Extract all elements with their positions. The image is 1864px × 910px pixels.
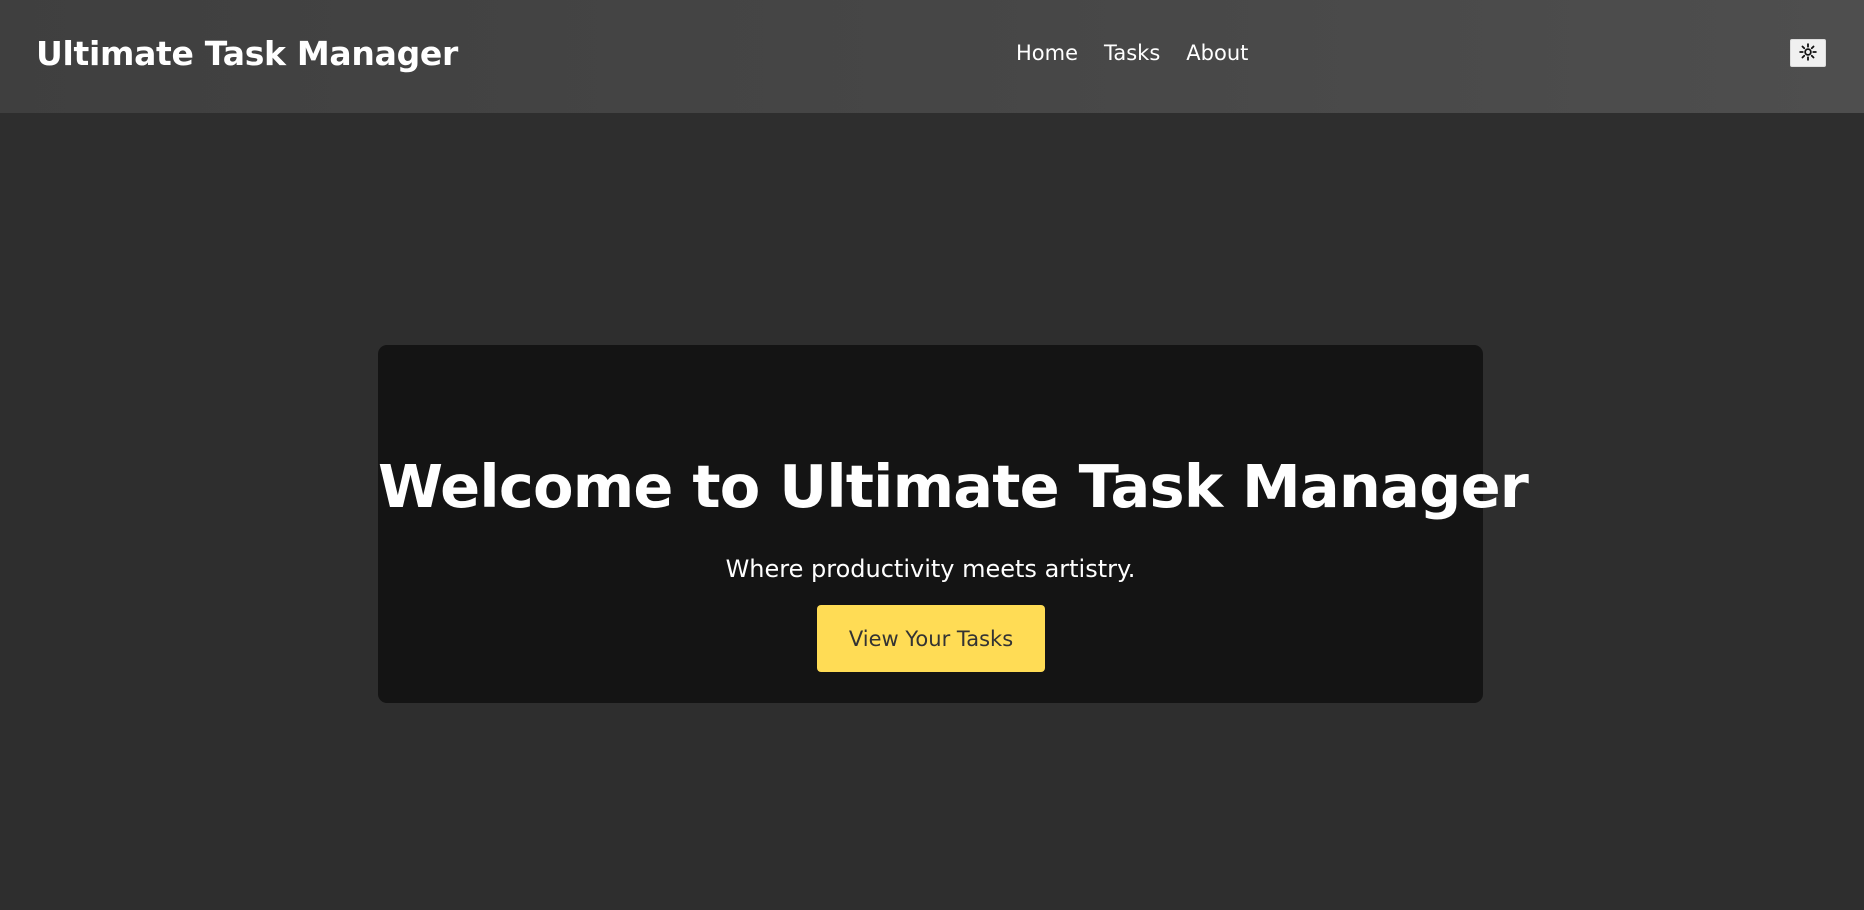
theme-toggle-button[interactable] — [1790, 39, 1826, 67]
hero-title: Welcome to Ultimate Task Manager — [378, 452, 1529, 521]
main-nav: Home Tasks About — [1016, 41, 1248, 65]
nav-link-tasks[interactable]: Tasks — [1104, 41, 1160, 65]
hero-card: Welcome to Ultimate Task Manager Where p… — [378, 345, 1529, 703]
view-tasks-button[interactable]: View Your Tasks — [817, 605, 1045, 672]
brand-title[interactable]: Ultimate Task Manager — [36, 34, 458, 73]
nav-link-home[interactable]: Home — [1016, 41, 1078, 65]
nav-link-about[interactable]: About — [1186, 41, 1248, 65]
hero-subtitle: Where productivity meets artistry. — [725, 555, 1136, 583]
sun-icon — [1799, 42, 1817, 64]
top-navbar: Ultimate Task Manager Home Tasks About — [0, 0, 1864, 113]
